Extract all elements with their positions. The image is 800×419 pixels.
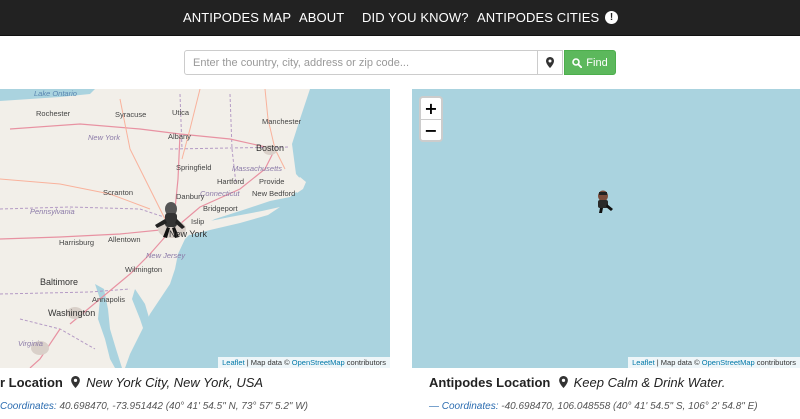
label-washington: Washington [48, 308, 96, 318]
exclamation-circle-icon[interactable]: ! [605, 11, 618, 24]
coords-value: 40.698470, -73.951442 (40° 41' 54.5" N, … [56, 401, 309, 412]
osm-link[interactable]: OpenStreetMap [702, 358, 755, 367]
label-wilmington: Wilmington [125, 265, 163, 274]
label-lake-ontario: Lake Ontario [34, 89, 77, 98]
leaflet-link[interactable]: Leaflet [632, 358, 655, 367]
attribution-text: | Map data © [654, 358, 702, 367]
map-attribution: Leaflet | Map data © OpenStreetMap contr… [628, 357, 800, 368]
label-new-york-city: New York [169, 229, 208, 239]
zoom-out-button[interactable]: − [421, 119, 441, 140]
nav-antipodes-cities[interactable]: ANTIPODES CITIES [477, 0, 599, 36]
your-location-heading: r Location New York City, New York, USA [0, 375, 263, 390]
nav-antipodes-map[interactable]: ANTIPODES MAP [183, 0, 291, 36]
nav-did-you-know[interactable]: DID YOU KNOW? [362, 0, 469, 36]
antipodes-location-heading: Antipodes Location Keep Calm & Drink Wat… [429, 375, 725, 390]
label-pennsylvania: Pennsylvania [30, 207, 75, 216]
map-marker-icon [71, 376, 81, 388]
search-input[interactable] [184, 50, 538, 75]
label-manchester: Manchester [262, 117, 302, 126]
map-marker-icon [546, 57, 554, 68]
nav-about[interactable]: ABOUT [299, 0, 344, 36]
label-scranton: Scranton [103, 188, 134, 197]
label-baltimore: Baltimore [40, 277, 79, 287]
label-springfield: Springfield [176, 163, 212, 172]
zoom-in-button[interactable]: + [421, 98, 441, 119]
your-location-title: r Location [0, 375, 63, 390]
label-hartford: Hartford [217, 177, 245, 186]
label-albany: Albany [168, 132, 191, 141]
coords-label: — Coordinates: [429, 401, 499, 412]
attribution-text: | Map data © [244, 358, 292, 367]
origin-map[interactable]: Lake Ontario Rochester Syracuse Utica Ne… [0, 89, 390, 368]
label-new-york-state: New York [88, 133, 120, 142]
label-new-jersey: New Jersey [146, 251, 186, 260]
label-new-bedford: New Bedford [252, 189, 296, 198]
person-marker-icon [598, 190, 613, 213]
locate-button[interactable] [537, 50, 563, 75]
coords-label: Coordinates: [0, 401, 57, 412]
label-annapolis: Annapolis [92, 295, 125, 304]
label-bridgeport: Bridgeport [203, 204, 238, 213]
osm-link[interactable]: OpenStreetMap [292, 358, 345, 367]
label-utica: Utica [172, 108, 190, 117]
label-allentown: Allentown [108, 235, 141, 244]
label-providence: Provide [259, 177, 285, 186]
label-syracuse: Syracuse [115, 110, 147, 119]
label-rochester: Rochester [36, 109, 71, 118]
antipodes-location-coordinates: — Coordinates: -40.698470, 106.048558 (4… [429, 401, 758, 412]
your-location-coordinates: Coordinates: 40.698470, -73.951442 (40° … [0, 401, 308, 412]
search-icon [572, 57, 583, 68]
map-attribution: Leaflet | Map data © OpenStreetMap contr… [218, 357, 390, 368]
label-virginia: Virginia [18, 339, 43, 348]
label-massachusetts: Massachusetts [232, 164, 283, 173]
find-button[interactable]: Find [564, 50, 616, 75]
antipodes-location-title: Antipodes Location [429, 375, 551, 390]
antipodes-location-place: Keep Calm & Drink Water. [573, 375, 726, 390]
map-marker-icon [559, 376, 568, 388]
top-navbar: ANTIPODES MAP ABOUT DID YOU KNOW? ANTIPO… [0, 0, 800, 36]
label-connecticut: Connecticut [200, 189, 240, 198]
zoom-control: + − [419, 96, 443, 142]
attribution-suffix: contributors [344, 358, 386, 367]
find-label: Find [586, 56, 608, 69]
label-harrisburg: Harrisburg [59, 238, 95, 247]
label-islip: Islip [191, 217, 205, 226]
attribution-suffix: contributors [754, 358, 796, 367]
antipodes-map[interactable]: + − Leaflet | Map data © OpenStreetMap c… [412, 89, 800, 368]
your-location-place: New York City, New York, USA [86, 375, 264, 390]
label-boston: Boston [256, 143, 285, 153]
label-danbury: Danbury [176, 192, 205, 201]
leaflet-link[interactable]: Leaflet [222, 358, 245, 367]
coords-value: -40.698470, 106.048558 (40° 41' 54.5" S,… [498, 401, 758, 412]
